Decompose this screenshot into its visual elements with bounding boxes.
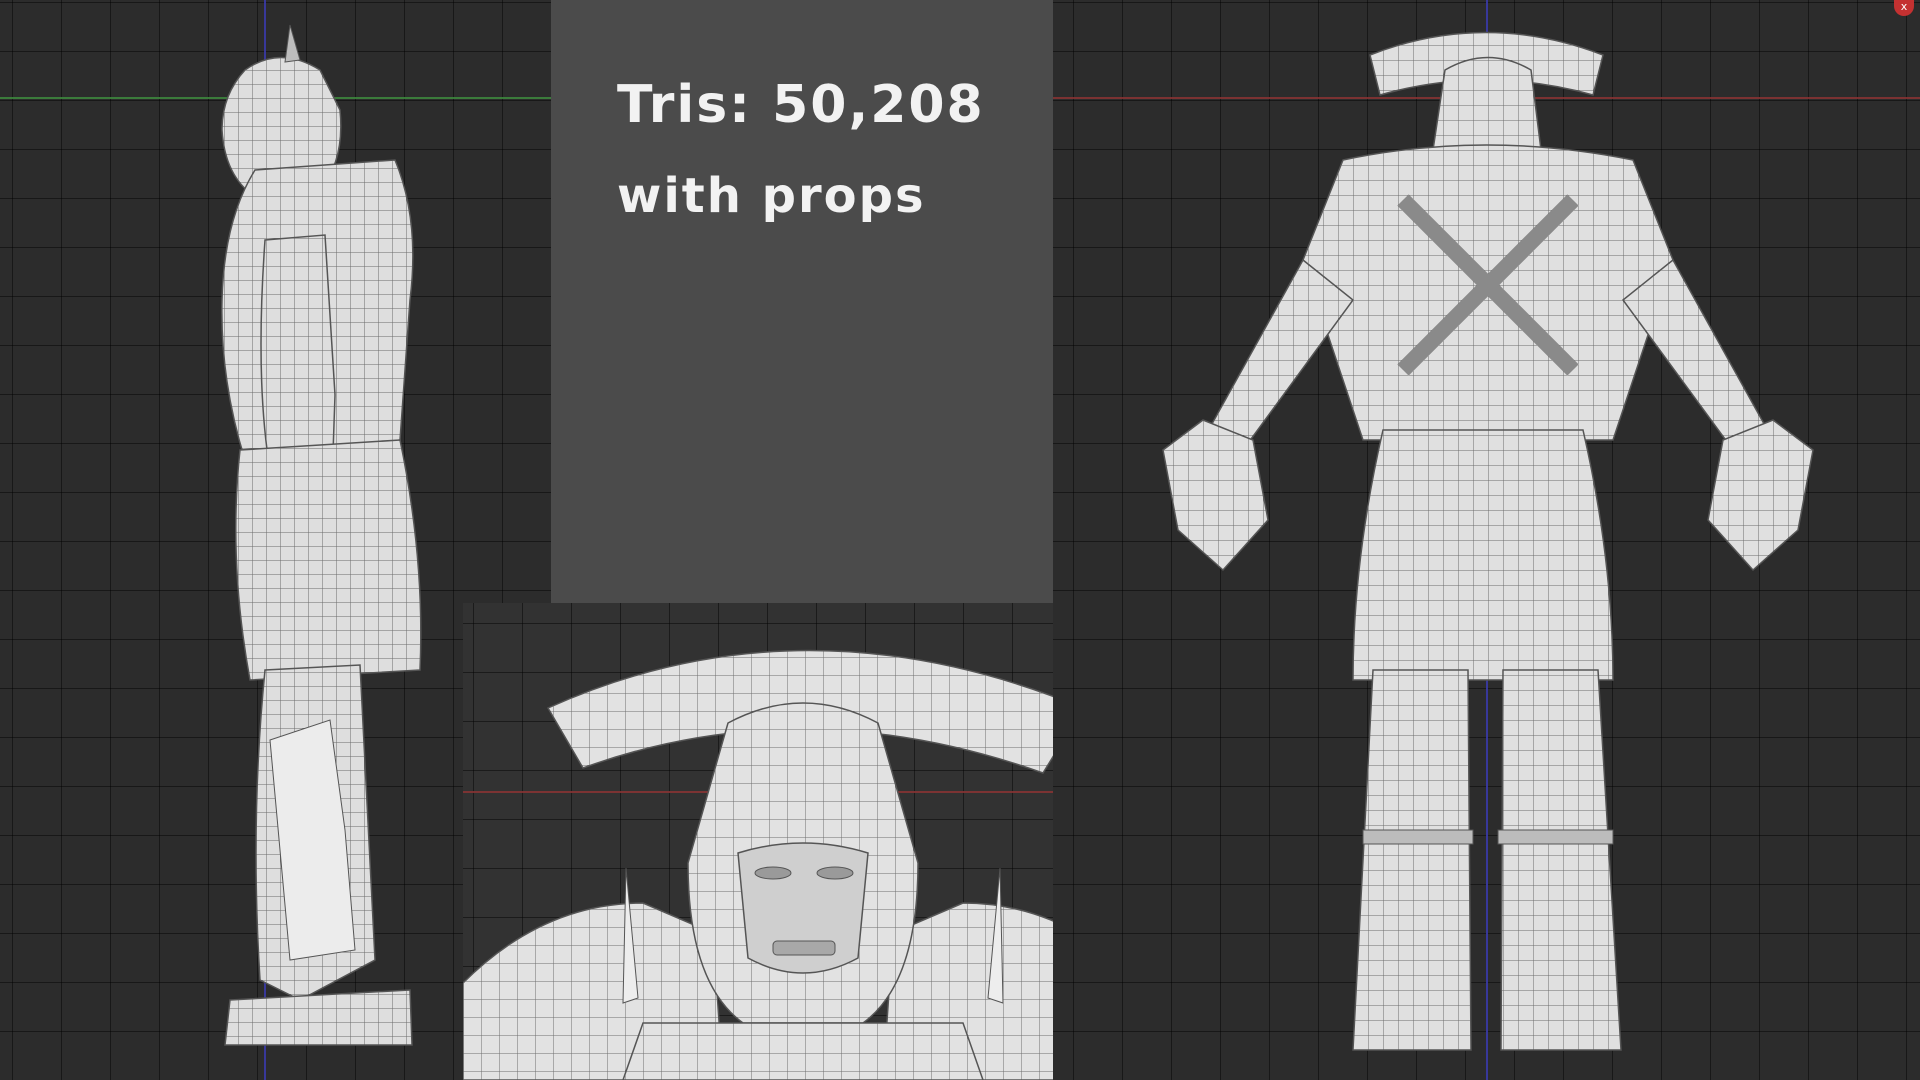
back-view-mesh [1162,31,1814,1051]
face-closeup-mesh [463,649,1143,1080]
face-closeup-viewport[interactable] [463,603,1143,1080]
stats-panel: Tris: 50,208 with props [551,0,1053,603]
triangle-count-label: Tris: 50,208 [617,75,985,135]
props-label: with props [617,168,926,224]
back-viewport[interactable]: x [1053,0,1920,1080]
